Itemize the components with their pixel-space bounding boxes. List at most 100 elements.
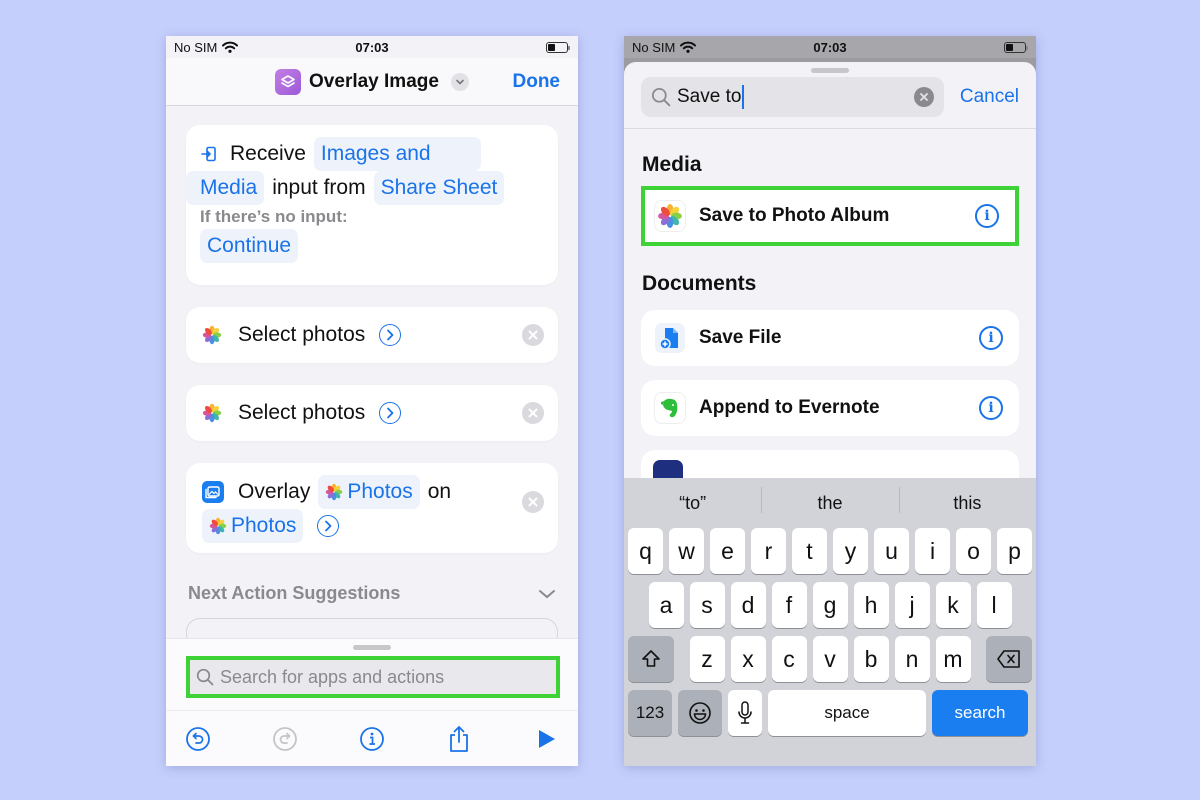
key-h[interactable]: h: [853, 582, 889, 628]
no-input-label: If there’s no input:: [200, 207, 348, 226]
key-m[interactable]: m: [935, 636, 971, 682]
remove-action-button[interactable]: [522, 402, 544, 424]
evernote-icon: [655, 393, 685, 423]
key-q[interactable]: q: [628, 528, 663, 574]
key-t[interactable]: t: [792, 528, 827, 574]
photos-icon: [326, 483, 343, 501]
emoji-key[interactable]: [678, 690, 722, 736]
select-photos-action-2[interactable]: Select photos: [186, 385, 558, 441]
info-icon: [360, 726, 384, 751]
chevron-down-icon[interactable]: [450, 72, 469, 91]
backspace-icon: [997, 650, 1020, 668]
expand-chevron-icon[interactable]: [317, 515, 340, 537]
result-append-to-evernote[interactable]: Append to Evernote i: [641, 380, 1019, 436]
key-o[interactable]: o: [956, 528, 991, 574]
key-x[interactable]: x: [730, 636, 766, 682]
search-input[interactable]: Save to: [641, 77, 944, 117]
search-value: Save to: [677, 86, 742, 108]
key-v[interactable]: v: [812, 636, 848, 682]
remove-action-button[interactable]: [522, 491, 544, 513]
key-j[interactable]: j: [894, 582, 930, 628]
key-b[interactable]: b: [853, 636, 889, 682]
key-n[interactable]: n: [894, 636, 930, 682]
info-button[interactable]: [358, 725, 386, 753]
no-input-behavior-token[interactable]: Continue: [200, 229, 299, 263]
remove-action-button[interactable]: [522, 324, 544, 346]
search-key[interactable]: search: [932, 690, 1028, 736]
photos-icon: [202, 325, 222, 345]
info-icon[interactable]: i: [979, 326, 1003, 350]
result-save-to-photo-album[interactable]: Save to Photo Album i: [641, 186, 1019, 246]
search-actions-input[interactable]: Search for apps and actions: [186, 656, 560, 698]
input-type-token[interactable]: Images and: [313, 137, 481, 171]
numbers-key[interactable]: 123: [628, 690, 672, 736]
undo-icon: [186, 726, 210, 751]
section-title-media: Media: [642, 153, 702, 176]
space-key[interactable]: space: [768, 690, 926, 736]
share-button[interactable]: [445, 725, 473, 753]
play-icon: [539, 729, 555, 748]
input-type-token-cont[interactable]: Media: [186, 171, 265, 205]
search-placeholder: Search for apps and actions: [220, 666, 445, 687]
wifi-icon: [222, 41, 239, 53]
overlay-image-action-card[interactable]: Overlay Photos on Photos: [186, 463, 558, 553]
overlay-first-image-token[interactable]: Photos: [318, 475, 420, 509]
expand-chevron-icon[interactable]: [379, 324, 402, 346]
search-icon: [651, 87, 671, 107]
key-c[interactable]: c: [771, 636, 807, 682]
result-save-file[interactable]: Save File i: [641, 310, 1019, 366]
key-p[interactable]: p: [997, 528, 1032, 574]
key-f[interactable]: f: [771, 582, 807, 628]
sheet-grabber[interactable]: [353, 645, 391, 650]
key-u[interactable]: u: [874, 528, 909, 574]
next-action-suggestions-header[interactable]: Next Action Suggestions: [186, 583, 558, 604]
layers-icon: [275, 68, 302, 95]
shortcut-editor-screen: No SIM 07:03 Overlay Image Done Receive …: [166, 36, 578, 766]
info-icon[interactable]: i: [979, 396, 1003, 420]
key-d[interactable]: d: [730, 582, 766, 628]
key-s[interactable]: s: [689, 582, 725, 628]
overlay-connector: on: [427, 480, 452, 503]
key-row-4: 123 space search: [624, 690, 1036, 736]
redo-button[interactable]: [271, 725, 299, 753]
undo-button[interactable]: [184, 725, 212, 753]
dictation-key[interactable]: [728, 690, 762, 736]
expand-chevron-icon[interactable]: [379, 402, 402, 424]
chevron-down-icon[interactable]: [538, 588, 556, 600]
page-title: Overlay Image: [309, 70, 439, 92]
select-photos-action-1[interactable]: Select photos: [186, 307, 558, 363]
no-input-behavior-label: Continue: [207, 234, 292, 257]
prediction-2[interactable]: the: [761, 486, 898, 514]
prediction-1[interactable]: “to”: [624, 493, 761, 514]
key-a[interactable]: a: [648, 582, 684, 628]
input-type-token-line2: Media: [200, 176, 258, 199]
key-l[interactable]: l: [976, 582, 1012, 628]
key-r[interactable]: r: [751, 528, 786, 574]
key-y[interactable]: y: [833, 528, 868, 574]
key-z[interactable]: z: [689, 636, 725, 682]
share-icon: [450, 725, 468, 752]
keyboard: “to” the this qwertyuiop asdfghjkl zxcvb…: [624, 478, 1036, 766]
overlay-second-image-label: Photos: [231, 514, 297, 537]
done-button[interactable]: Done: [513, 71, 561, 93]
prediction-3[interactable]: this: [898, 486, 1036, 514]
receive-action-card[interactable]: Receive Images and Media input from Shar…: [186, 125, 558, 285]
key-w[interactable]: w: [669, 528, 704, 574]
key-g[interactable]: g: [812, 582, 848, 628]
shift-key[interactable]: [628, 636, 674, 682]
key-k[interactable]: k: [935, 582, 971, 628]
info-icon[interactable]: i: [975, 204, 999, 228]
run-button[interactable]: [532, 725, 560, 753]
predictive-bar: “to” the this: [624, 478, 1036, 528]
status-time: 07:03: [355, 39, 389, 55]
key-i[interactable]: i: [915, 528, 950, 574]
overlay-second-image-token[interactable]: Photos: [202, 509, 304, 543]
key-e[interactable]: e: [710, 528, 745, 574]
cancel-button[interactable]: Cancel: [960, 86, 1019, 108]
result-label: Save File: [699, 327, 782, 348]
shortcut-title-menu[interactable]: Overlay Image: [275, 68, 469, 95]
clear-search-button[interactable]: [913, 87, 934, 107]
delete-key[interactable]: [986, 636, 1032, 682]
result-label: Save to Photo Album: [699, 205, 890, 226]
input-source-token[interactable]: Share Sheet: [373, 171, 505, 205]
